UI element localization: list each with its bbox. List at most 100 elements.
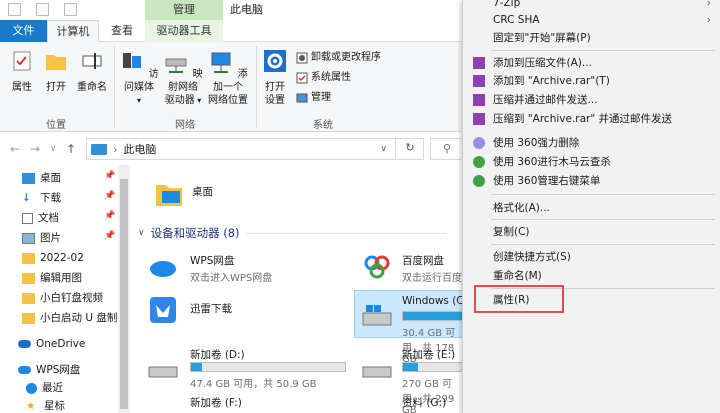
drive-name[interactable]: 迅雷下载 (190, 301, 232, 316)
tab-drive-tools[interactable]: 驱动器工具 (145, 20, 223, 42)
network-location-icon (211, 52, 231, 73)
wps-cloud-icon[interactable] (148, 251, 178, 281)
properties-button[interactable]: 属性 (8, 48, 36, 94)
nav-item-folder[interactable]: 小白钉盘视频 (22, 289, 103, 307)
drive-name: Windows (C: (402, 295, 468, 307)
menu-item-360-manage[interactable]: 使用 360管理右键菜单 (463, 170, 720, 192)
drive-subtitle: 双击运行百度 (402, 273, 462, 284)
breadcrumb-this-pc[interactable]: 此电脑 (123, 141, 156, 157)
360-icon (473, 175, 485, 187)
menu-item-rename[interactable]: 重命名(M) (463, 265, 720, 287)
highlight-annotation (474, 285, 564, 313)
media-icon (123, 53, 142, 68)
drive-name[interactable]: 百度网盘 (402, 253, 444, 268)
checkmark-icon[interactable] (36, 3, 49, 16)
pin-icon[interactable]: 📌 (104, 231, 115, 241)
quick-access-icon[interactable] (8, 3, 21, 16)
pin-icon[interactable]: 📌 (104, 171, 115, 181)
windows-drive-icon (362, 305, 392, 326)
folder-icon (22, 312, 35, 324)
back-arrow-icon[interactable]: ← (10, 142, 20, 156)
folder-icon (46, 55, 66, 70)
menu-item-compress-rar-email[interactable]: 压缩到 "Archive.rar" 并通过邮件发送 (463, 108, 720, 130)
nav-item-pictures[interactable]: 图片 (22, 229, 61, 247)
winrar-icon (473, 75, 485, 87)
scrollbar-thumb[interactable] (120, 179, 128, 409)
uninstall-icon (296, 52, 308, 64)
nav-item-folder[interactable]: 小白启动 U 盘制 (22, 309, 117, 327)
nav-item-desktop[interactable]: 桌面 (22, 169, 61, 187)
drive-name[interactable]: 新加卷 (E:) (402, 347, 455, 362)
drive-name[interactable]: 新加卷 (F:) (190, 395, 242, 410)
refresh-button[interactable]: ↻ (395, 138, 424, 160)
drive-name[interactable]: 新加卷 (D:) (190, 347, 245, 362)
menu-item-copy[interactable]: 复制(C) (463, 221, 720, 243)
open-button[interactable]: 打开 (42, 48, 70, 94)
system-properties-button[interactable]: 系统属性 (296, 70, 351, 86)
capacity-fill (403, 363, 419, 371)
pin-icon[interactable]: 📌 (104, 191, 115, 201)
open-settings-button[interactable]: 打开 设置 (260, 48, 290, 107)
picture-icon (22, 232, 35, 244)
drive-icon[interactable] (362, 355, 392, 385)
baidu-netdisk-icon[interactable] (362, 251, 392, 281)
drive-subtitle: 47.4 GB 可用，共 50.9 GB (190, 379, 317, 390)
group-network-label: 网络 (175, 120, 195, 131)
new-folder-icon[interactable] (64, 3, 77, 16)
desktop-folder-label[interactable]: 桌面 (192, 184, 213, 199)
nav-item-downloads[interactable]: ↓ 下载 (22, 189, 61, 207)
section-devices-drives[interactable]: ∨ 设备和驱动器 (8) (138, 225, 446, 241)
nav-item-onedrive[interactable]: OneDrive (18, 335, 85, 353)
collapse-chevron-icon[interactable]: ∨ (138, 228, 145, 238)
drive-icon[interactable] (148, 355, 178, 385)
xunlei-bird-icon[interactable] (148, 295, 178, 325)
address-bar[interactable]: › 此电脑 ∨ (86, 138, 424, 160)
pin-icon[interactable]: 📌 (104, 211, 115, 221)
ribbon-separator (114, 46, 115, 128)
address-dropdown-icon[interactable]: ∨ (380, 144, 387, 154)
manage-icon (296, 93, 308, 103)
search-icon: ⚲ (443, 142, 452, 155)
capacity-fill (191, 363, 202, 371)
folder-icon (22, 292, 35, 304)
winrar-icon (473, 94, 485, 106)
nav-item-starred[interactable]: ★ 星标 (26, 397, 65, 413)
winrar-icon (473, 57, 485, 69)
download-icon: ↓ (22, 192, 31, 204)
rename-button[interactable]: 重命名 (74, 48, 110, 94)
context-tab-header: 管理 (145, 0, 223, 20)
manage-button[interactable]: 管理 (296, 90, 331, 106)
drive-name[interactable]: WPS网盘 (190, 253, 234, 268)
tab-computer[interactable]: 计算机 (47, 20, 99, 42)
network-drive-icon (165, 58, 187, 73)
nav-item-documents[interactable]: 文档 (22, 209, 59, 227)
menu-item-format[interactable]: 格式化(A)... (463, 197, 720, 219)
context-menu: 7-Zip › CRC SHA › 固定到"开始"屏幕(P) 添加到压缩文件(A).… (462, 0, 720, 413)
recent-dropdown-icon[interactable]: ∨ (50, 144, 57, 154)
uninstall-button[interactable]: 卸载或更改程序 (296, 50, 381, 66)
nav-item-wps[interactable]: WPS网盘 (18, 361, 80, 379)
desktop-folder-icon[interactable] (154, 179, 184, 209)
access-media-button[interactable]: 访问媒体 ▾ (118, 48, 160, 107)
main-content: 桌面 ∨ 设备和驱动器 (8) WPS网盘 双击进入WPS网盘 百度网盘 双击运… (130, 165, 560, 413)
tab-file[interactable]: 文件 (0, 20, 47, 42)
forward-arrow-icon[interactable]: → (30, 142, 40, 156)
drive-name[interactable]: 资料 (G:) (402, 395, 446, 410)
menu-item-pin-start[interactable]: 固定到"开始"屏幕(P) (463, 27, 720, 49)
folder-icon (22, 252, 35, 264)
properties-icon (13, 51, 31, 71)
nav-item-folder[interactable]: 2022-02 (22, 249, 84, 267)
up-arrow-icon[interactable]: ↑ (66, 142, 76, 156)
nav-item-folder[interactable]: 编辑用图 (22, 269, 82, 287)
tab-view[interactable]: 查看 (101, 20, 143, 42)
document-icon (22, 212, 33, 224)
gear-icon (264, 50, 286, 72)
group-system-label: 系统 (313, 120, 333, 131)
breadcrumb-chevron-icon: › (113, 142, 118, 156)
add-network-location-button[interactable]: 添加一个 网络位置 (206, 48, 250, 107)
360-icon (473, 156, 485, 168)
nav-scrollbar[interactable] (118, 165, 130, 413)
map-drive-button[interactable]: 映射网络 驱动器 ▾ (162, 48, 204, 107)
nav-item-recent[interactable]: 最近 (26, 379, 63, 397)
group-location-label: 位置 (46, 120, 66, 131)
